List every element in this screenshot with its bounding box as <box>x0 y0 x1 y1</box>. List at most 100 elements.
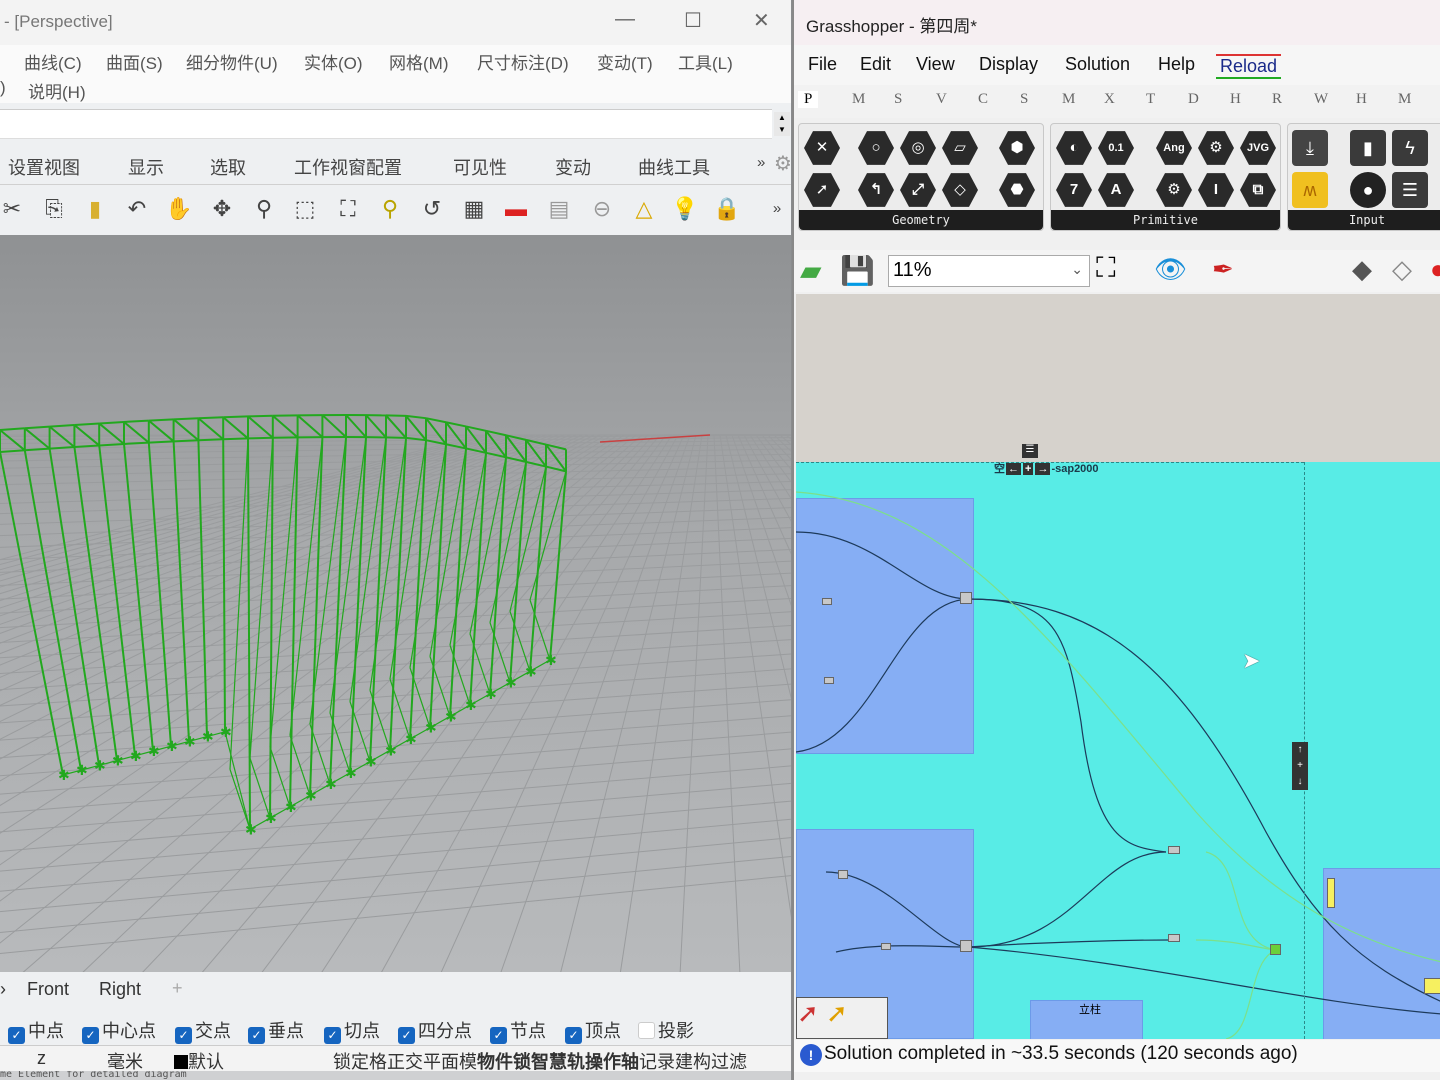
gh-tab-6[interactable]: M <box>1062 91 1075 108</box>
osnap-4[interactable]: ✓ 切点 <box>324 1017 380 1044</box>
osnap-0[interactable]: ✓ 中点 <box>8 1017 64 1044</box>
osnap-8[interactable]: 投影 <box>638 1017 694 1043</box>
graph-mapper-icon[interactable]: ʍ <box>1292 172 1328 208</box>
toolbar-more-button[interactable]: » <box>760 192 794 226</box>
gh-tab-9[interactable]: D <box>1188 91 1199 108</box>
preview-wire-icon[interactable]: ◇ <box>1392 254 1412 285</box>
component-node[interactable] <box>1168 934 1180 942</box>
tab-visibility[interactable]: 可见性 <box>453 154 507 180</box>
menu-dimension[interactable]: 尺寸标注(D) <box>477 49 569 74</box>
component-node[interactable] <box>960 592 972 604</box>
perspective-viewport[interactable]: ✱ ✱ ✱ ✱ ✱ ✱ ✱ ✱ ✱ ✱ ✱ ✱ ✱ ✱ ✱ ✱ ✱ ✱ ✱ ✱ ✱ ✱ ✱ ✱ ✱ ✱ <box>0 235 791 972</box>
menu-view[interactable]: View <box>916 54 955 75</box>
tab-set-view[interactable]: 设置视图 <box>8 154 80 180</box>
osnap-3[interactable]: ✓ 垂点 <box>248 1017 304 1044</box>
reload-button[interactable]: Reload <box>1216 54 1282 79</box>
checkbox[interactable]: ✓ <box>175 1027 192 1044</box>
align-vertical-widget[interactable]: ↑ + ↓ <box>1292 742 1308 792</box>
menu-display[interactable]: Display <box>979 54 1038 75</box>
preview-selected-icon[interactable]: ● <box>1430 254 1440 285</box>
data-input-icon[interactable]: ⤓ <box>1292 130 1328 166</box>
box-icon[interactable]: ⬢ <box>999 131 1035 165</box>
tab-display[interactable]: 显示 <box>128 154 164 180</box>
preview-shaded-icon[interactable]: ◆ <box>1352 254 1372 285</box>
component-node[interactable] <box>824 677 834 684</box>
menu-transform[interactable]: 变动(T) <box>597 49 653 74</box>
checkbox[interactable]: ✓ <box>82 1027 99 1044</box>
gh-tab-7[interactable]: X <box>1104 91 1115 108</box>
curve-icon[interactable]: ◎ <box>900 131 936 165</box>
tabs-more-button[interactable]: » <box>757 154 765 171</box>
tab-transform[interactable]: 变动 <box>555 154 591 180</box>
osnap-6[interactable]: ✓ 节点 <box>490 1017 546 1044</box>
copy-icon[interactable]: ⎘ <box>37 192 71 226</box>
yellow-panel[interactable] <box>1424 978 1440 994</box>
gh-tab-11[interactable]: R <box>1272 91 1282 108</box>
close-button[interactable]: ✕ <box>753 8 770 33</box>
checkbox[interactable] <box>638 1022 655 1039</box>
open-file-icon[interactable]: ▰ <box>800 254 822 287</box>
undo-view-icon[interactable]: ↺ <box>415 192 449 226</box>
zoom-window-icon[interactable]: ⬚ <box>288 192 322 226</box>
save-file-icon[interactable]: 💾 <box>840 254 875 287</box>
shapes-icon[interactable]: △ <box>627 192 661 226</box>
osnap-5[interactable]: ✓ 四分点 <box>398 1017 472 1044</box>
osnap-icon[interactable]: ⊖ <box>585 192 619 226</box>
status-toggle[interactable]: 锁定格 <box>333 1052 387 1072</box>
box-3d-icon[interactable]: ⧉ <box>1240 173 1276 207</box>
menu-tools[interactable]: 工具(L) <box>678 49 733 74</box>
angle-icon[interactable]: JVG <box>1240 131 1276 165</box>
panel-label-geometry[interactable]: Geometry <box>799 210 1043 230</box>
menu-edit[interactable]: Edit <box>860 54 891 75</box>
tab-viewport-layout[interactable]: 工作视窗配置 <box>294 154 402 180</box>
jvg-icon[interactable]: A <box>1098 173 1134 207</box>
add-viewport-button[interactable]: + <box>172 978 183 999</box>
grid-icon[interactable]: ▤ <box>542 192 576 226</box>
button-icon[interactable]: ● <box>1350 172 1386 208</box>
brep-icon[interactable]: ⬣ <box>999 173 1035 207</box>
gh-tab-3[interactable]: V <box>936 91 947 108</box>
osnap-7[interactable]: ✓ 顶点 <box>565 1017 621 1044</box>
paste-icon[interactable]: ▮ <box>78 192 112 226</box>
command-line[interactable] <box>0 109 772 139</box>
plane-icon[interactable]: ◇ <box>942 173 978 207</box>
line-icon[interactable]: ⤢ <box>900 173 936 207</box>
gh-tab-10[interactable]: H <box>1230 91 1241 108</box>
status-toggle[interactable]: 正交 <box>387 1052 423 1072</box>
zoom-extents-icon[interactable]: ⛶ <box>331 192 365 226</box>
yellow-panel[interactable] <box>1327 878 1335 908</box>
preview-eye-icon[interactable]: 👁 <box>1154 254 1187 285</box>
pan-hand-icon[interactable]: ✋ <box>162 192 196 226</box>
four-viewports-icon[interactable]: ▦ <box>457 192 491 226</box>
menu-file[interactable]: File <box>808 54 837 75</box>
zoom-select[interactable]: 11% ⌄ <box>888 255 1090 287</box>
menu-solution[interactable]: Solution <box>1065 54 1130 75</box>
settings-icon[interactable]: 7 <box>1056 173 1092 207</box>
checkbox[interactable]: ✓ <box>490 1027 507 1044</box>
slider-icon[interactable]: ϟ <box>1392 130 1428 166</box>
gh-tab-1[interactable]: M <box>852 91 865 108</box>
group-menu-icon[interactable]: ☰ <box>1022 444 1038 458</box>
value-list-icon[interactable]: ☰ <box>1392 172 1428 208</box>
rotate-view-icon[interactable]: ✥ <box>205 192 239 226</box>
tab-right-viewport[interactable]: Right <box>99 979 141 1000</box>
command-history-scroll[interactable]: ▲ ▼ <box>774 112 790 136</box>
status-toggle[interactable]: 操作轴 <box>585 1052 639 1072</box>
toggle-icon[interactable]: ▮ <box>1350 130 1386 166</box>
status-toggle[interactable]: 平面模 <box>423 1052 477 1072</box>
undo-icon[interactable]: ↶ <box>120 192 154 226</box>
align-right-icon[interactable]: → <box>1035 463 1051 475</box>
align-left-icon[interactable]: ← <box>1006 463 1021 475</box>
align-center-icon[interactable]: + <box>1023 463 1034 475</box>
vector-icon[interactable]: ➚ <box>804 173 840 207</box>
status-toggle[interactable]: 记录建构 <box>639 1052 711 1072</box>
canvas-widget[interactable]: ➚ ➚ <box>796 997 888 1039</box>
panel-label-input[interactable]: Input <box>1288 210 1440 230</box>
panel-label-primitive[interactable]: Primitive <box>1051 210 1280 230</box>
menu-mesh[interactable]: 网格(M) <box>389 49 448 74</box>
arc-icon[interactable]: ↰ <box>858 173 894 207</box>
integer-icon[interactable]: Ang <box>1156 131 1192 165</box>
component-node[interactable] <box>822 598 832 605</box>
text-icon[interactable]: ⚙ <box>1198 131 1234 165</box>
gh-canvas[interactable]: 立柱 空 ← + → -sap2000 ↑ + ↓ ☰ ➤ ➚ ➚ <box>796 294 1440 1039</box>
